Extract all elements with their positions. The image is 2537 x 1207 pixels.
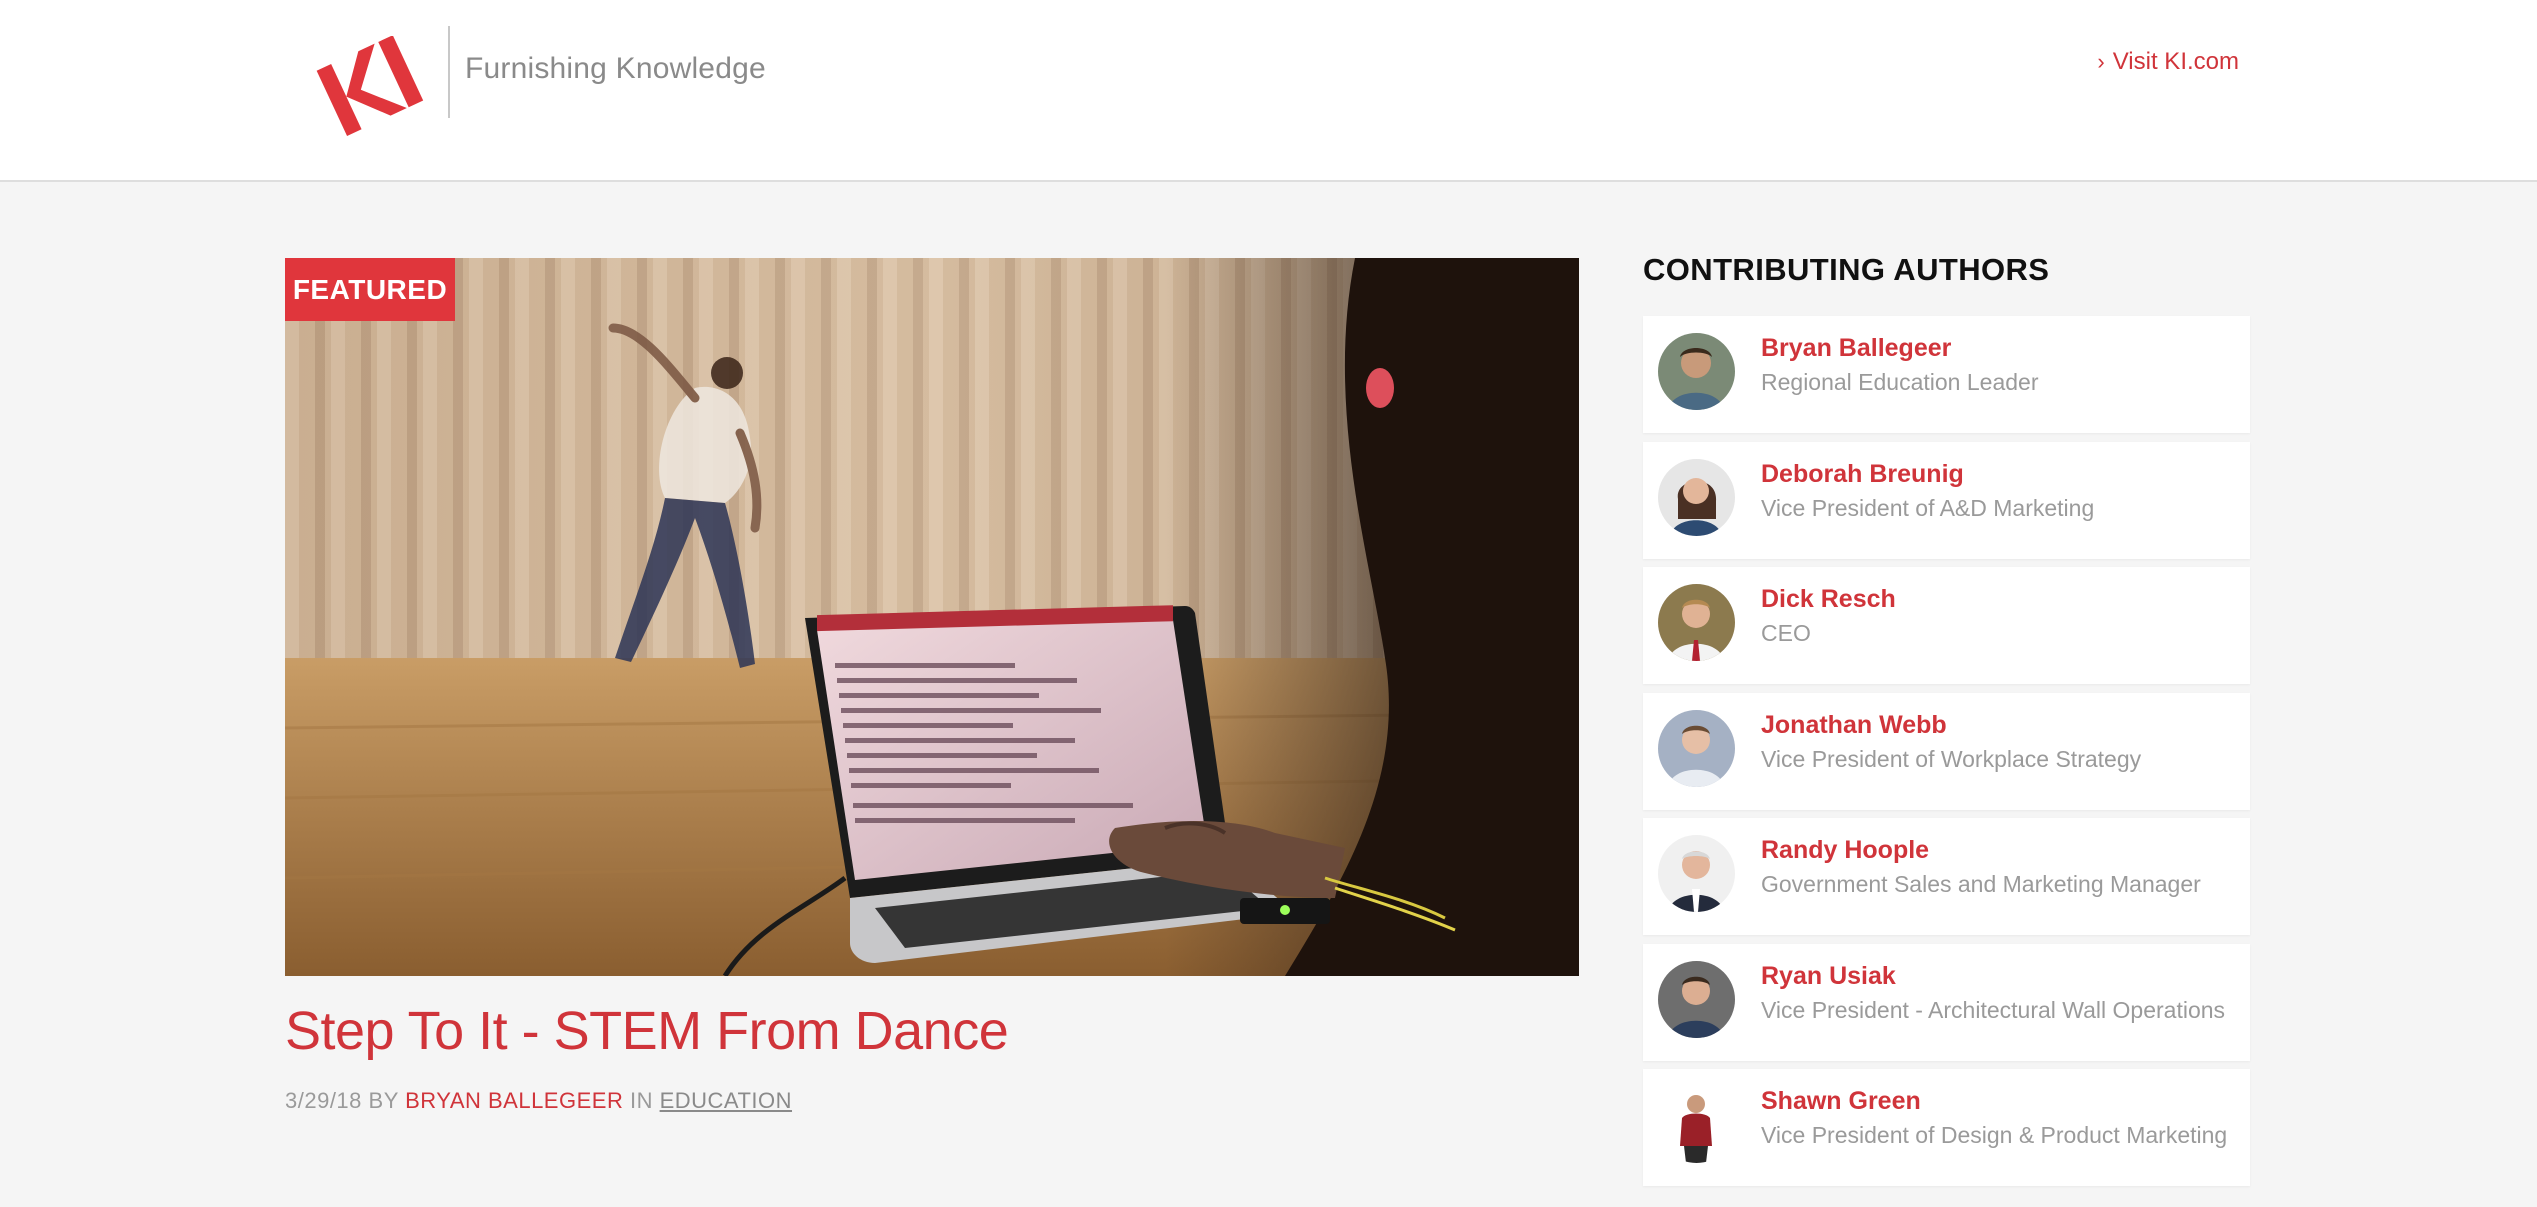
article-category-link[interactable]: EDUCATION xyxy=(660,1088,792,1113)
author-list: Bryan Ballegeer Regional Education Leade… xyxy=(1643,316,2250,1195)
featured-article-image[interactable] xyxy=(285,258,1579,976)
author-card-jonathan-webb[interactable]: Jonathan Webb Vice President of Workplac… xyxy=(1643,692,2250,810)
author-card-shawn-green[interactable]: Shawn Green Vice President of Design & P… xyxy=(1643,1069,2250,1186)
author-card-randy-hoople[interactable]: Randy Hoople Government Sales and Market… xyxy=(1643,818,2250,935)
author-card-bryan-ballegeer[interactable]: Bryan Ballegeer Regional Education Leade… xyxy=(1643,316,2250,433)
article-by-label: BY xyxy=(368,1088,399,1113)
article-meta: 3/29/18 BY BRYAN BALLEGEER IN EDUCATION xyxy=(285,1088,792,1114)
author-role: Regional Education Leader xyxy=(1761,369,2039,395)
visit-ki-label: Visit KI.com xyxy=(2112,48,2239,75)
avatar[interactable] xyxy=(1658,709,1735,787)
author-name[interactable]: Jonathan Webb xyxy=(1761,711,1947,740)
author-name[interactable]: Randy Hoople xyxy=(1761,836,1929,865)
author-card-ryan-usiak[interactable]: Ryan Usiak Vice President - Architectura… xyxy=(1643,943,2250,1061)
author-name[interactable]: Dick Resch xyxy=(1761,585,1896,614)
article-date: 3/29/18 xyxy=(285,1088,362,1113)
featured-badge: FEATURED xyxy=(285,258,455,321)
avatar[interactable] xyxy=(1658,835,1735,912)
author-role: CEO xyxy=(1761,620,1811,646)
avatar[interactable] xyxy=(1658,584,1735,661)
article-author-link[interactable]: BRYAN BALLEGEER xyxy=(405,1088,623,1113)
featured-article-title[interactable]: Step To It - STEM From Dance xyxy=(285,1000,1009,1062)
article-in-label: IN xyxy=(629,1088,653,1113)
author-name[interactable]: Shawn Green xyxy=(1761,1087,1921,1116)
logo-divider xyxy=(448,26,450,118)
contributing-authors-heading: CONTRIBUTING AUTHORS xyxy=(1643,252,2050,287)
visit-ki-link[interactable]: › Visit KI.com xyxy=(2097,48,2239,76)
avatar[interactable] xyxy=(1658,458,1735,536)
site-tagline: Furnishing Knowledge xyxy=(465,52,766,85)
author-role: Vice President - Architectural Wall Oper… xyxy=(1761,996,2226,1023)
chevron-right-icon: › xyxy=(2097,49,2105,74)
author-card-dick-resch[interactable]: Dick Resch CEO xyxy=(1643,567,2250,684)
author-role: Vice President of Design & Product Marke… xyxy=(1761,1122,2228,1148)
author-name[interactable]: Deborah Breunig xyxy=(1761,460,1964,489)
site-header: Furnishing Knowledge › Visit KI.com xyxy=(0,0,2537,182)
avatar[interactable] xyxy=(1658,1086,1735,1163)
author-role: Vice President of A&D Marketing xyxy=(1761,494,2095,521)
author-card-deborah-breunig[interactable]: Deborah Breunig Vice President of A&D Ma… xyxy=(1643,441,2250,559)
author-name[interactable]: Ryan Usiak xyxy=(1761,962,1896,991)
author-role: Government Sales and Marketing Manager xyxy=(1761,871,2201,897)
avatar[interactable] xyxy=(1658,333,1735,410)
author-name[interactable]: Bryan Ballegeer xyxy=(1761,334,1951,363)
avatar[interactable] xyxy=(1658,960,1735,1038)
ki-logo[interactable] xyxy=(314,35,424,136)
author-role: Vice President of Workplace Strategy xyxy=(1761,745,2142,772)
